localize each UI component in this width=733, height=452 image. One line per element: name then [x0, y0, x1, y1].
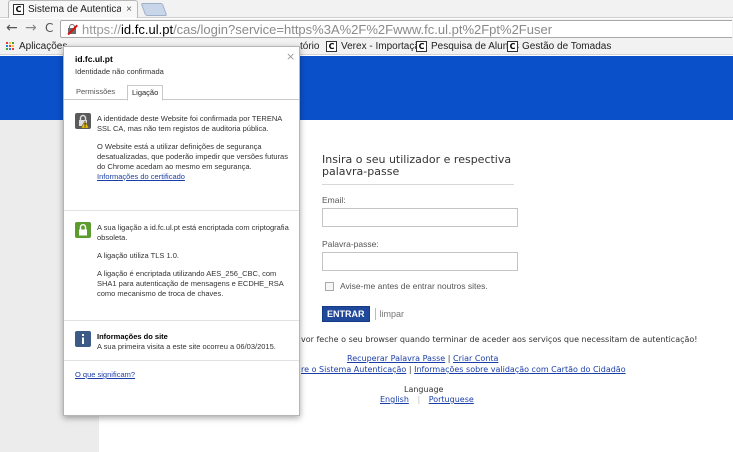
tab-connection[interactable]: Ligação: [127, 85, 164, 101]
tab-permissions[interactable]: Permissões: [76, 87, 115, 96]
url-text[interactable]: https://id.fc.ul.pt/cas/login?service=ht…: [82, 22, 552, 37]
connection-text-3: A ligação é encriptada utilizando AES_25…: [97, 269, 284, 298]
forward-arrow-icon[interactable]: →: [25, 20, 37, 36]
warning-lock-icon: [75, 113, 91, 129]
warn-option: Avise-me antes de entrar noutros sites.: [322, 281, 522, 291]
popup-domain: id.fc.ul.pt: [75, 54, 113, 64]
warn-label: Avise-me antes de entrar noutros sites.: [340, 281, 488, 291]
popup-close-icon[interactable]: ×: [286, 50, 295, 63]
site-favicon-icon: C: [13, 4, 24, 15]
bookmark-favicon-icon: C: [326, 41, 337, 52]
apps-grid-icon: [6, 42, 15, 51]
language-label: Language: [404, 385, 444, 394]
site-info-section: Informações do site A sua primeira visit…: [97, 332, 293, 352]
identity-text-1: A identidade deste Website foi confirmad…: [97, 114, 282, 133]
address-bar[interactable]: https://id.fc.ul.pt/cas/login?service=ht…: [60, 20, 732, 38]
password-label: Palavra-passe:: [322, 239, 379, 249]
login-title: Insira o seu utilizador e respectiva pal…: [322, 154, 514, 185]
reload-icon[interactable]: C: [45, 20, 53, 36]
bookmark-favicon-icon: C: [416, 41, 427, 52]
secure-lock-icon: [75, 222, 91, 238]
about-auth-link[interactable]: re o Sistema Autenticação: [301, 365, 406, 374]
bookmark-favicon-icon: C: [507, 41, 518, 52]
insecure-lock-icon[interactable]: [67, 24, 78, 35]
tab-strip: C Sistema de Autenticação ×: [0, 0, 733, 18]
connection-section: A sua ligação a id.fc.ul.pt está encript…: [97, 223, 293, 307]
popup-identity-status: Identidade não confirmada: [75, 67, 164, 76]
bookmark-item[interactable]: C Gestão de Tomadas: [507, 41, 611, 52]
bookmark-item[interactable]: C Pesquisa de Alunos: [416, 41, 519, 52]
site-info-title: Informações do site: [97, 332, 168, 341]
language-links: English | Portuguese: [380, 395, 474, 404]
site-info-popup: id.fc.ul.pt Identidade não confirmada × …: [63, 46, 300, 416]
bookmark-item[interactable]: tório: [300, 41, 319, 52]
tab-title: Sistema de Autenticação: [28, 4, 122, 15]
action-separator: [374, 308, 376, 320]
tab-close-icon[interactable]: ×: [121, 4, 137, 15]
identity-text-2: O Website está a utilizar definições de …: [97, 142, 288, 171]
new-tab-button[interactable]: [140, 3, 168, 16]
english-link[interactable]: English: [380, 395, 409, 404]
bookmark-item[interactable]: C Verex - Importação: [326, 41, 425, 52]
logout-notice: vor feche o seu browser quando terminar …: [301, 335, 698, 344]
apps-label: Aplicações: [19, 41, 68, 52]
recover-password-link[interactable]: Recuperar Palavra Passe: [347, 354, 445, 363]
cc-validation-link[interactable]: Informações sobre validação com Cartão d…: [414, 365, 626, 374]
login-form: Insira o seu utilizador e respectiva pal…: [322, 154, 522, 322]
create-account-link[interactable]: Criar Conta: [453, 354, 498, 363]
site-info-text: A sua primeira visita a este site ocorre…: [97, 342, 276, 351]
connection-text-1: A sua ligação a id.fc.ul.pt está encript…: [97, 223, 289, 242]
identity-section: A identidade deste Website foi confirmad…: [97, 114, 293, 182]
what-do-they-mean-link[interactable]: O que significam?: [75, 370, 135, 379]
clear-button[interactable]: limpar: [380, 309, 405, 319]
certificate-info-link[interactable]: Informações do certificado: [97, 172, 185, 181]
toolbar: ← → C https://id.fc.ul.pt/cas/login?serv…: [0, 19, 733, 39]
account-links: Recuperar Palavra Passe | Criar Conta: [347, 354, 499, 363]
popup-divider: [64, 360, 299, 361]
apps-shortcut[interactable]: Aplicações: [6, 41, 67, 52]
portuguese-link[interactable]: Portuguese: [429, 395, 474, 404]
info-icon: [75, 331, 91, 347]
back-arrow-icon[interactable]: ←: [6, 20, 18, 36]
password-field[interactable]: [322, 252, 518, 271]
info-links: re o Sistema Autenticação | Informações …: [301, 365, 626, 374]
popup-divider: [64, 320, 299, 321]
form-actions: ENTRAR limpar: [322, 306, 522, 322]
popup-divider: [64, 210, 299, 211]
email-label: Email:: [322, 195, 346, 205]
submit-button[interactable]: ENTRAR: [322, 306, 370, 322]
connection-text-2: A ligação utiliza TLS 1.0.: [97, 251, 179, 260]
email-field[interactable]: [322, 208, 518, 227]
warn-checkbox[interactable]: [325, 281, 334, 291]
browser-tab[interactable]: C Sistema de Autenticação ×: [8, 0, 138, 18]
browser-window: C Sistema de Autenticação × ← → C https:…: [0, 0, 733, 452]
popup-tabs: Permissões Ligação: [64, 85, 299, 101]
